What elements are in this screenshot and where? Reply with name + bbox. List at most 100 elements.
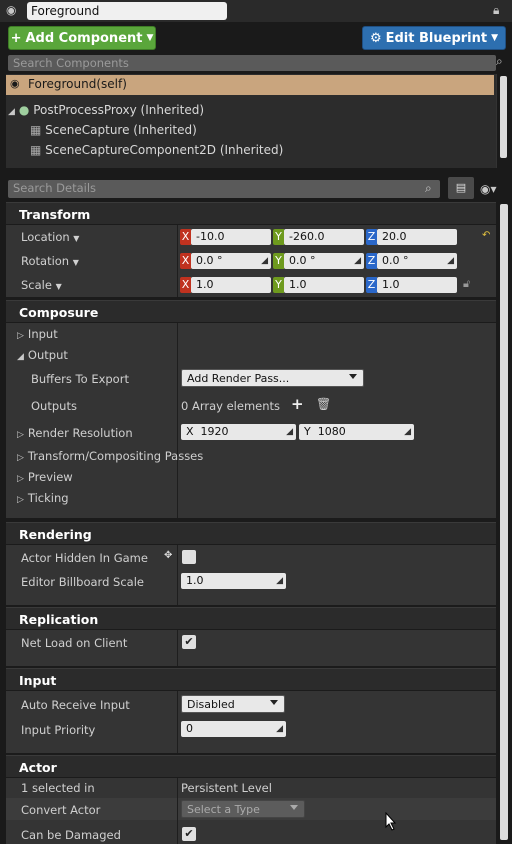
search-icon: ⌕ (425, 181, 432, 195)
add-render-pass-dropdown[interactable]: Add Render Pass... (181, 369, 364, 387)
rotation-y-input[interactable]: 0.0 ° ◢ (284, 253, 364, 269)
spin-icon: ◢ (354, 256, 361, 266)
grid-icon: ▤ (455, 181, 467, 194)
tree-item-scenecapture[interactable]: ▦ SceneCapture (Inherited) (30, 123, 197, 137)
category-composure[interactable]: Composure (6, 300, 496, 322)
net-load-checkbox[interactable]: ✔ (182, 635, 196, 649)
input-priority-input[interactable]: 0 ◢ (181, 721, 286, 737)
rotation-label[interactable]: Rotation ▼ (21, 254, 79, 268)
spin-icon: ◢ (447, 256, 454, 266)
auto-receive-input-dropdown[interactable]: Disabled (181, 695, 285, 713)
scene-capture-icon: ▦ (30, 123, 42, 137)
category-replication[interactable]: Replication (6, 607, 496, 629)
tree-item-scenecapture2d[interactable]: ▦ SceneCaptureComponent2D (Inherited) (30, 143, 283, 157)
billboard-scale-label: Editor Billboard Scale (21, 575, 144, 589)
axis-x-label: X (180, 253, 191, 269)
actor-hidden-checkbox[interactable] (182, 550, 196, 564)
actor-name-field[interactable]: Foreground (27, 2, 227, 20)
expand-arrow-icon: ▷ (17, 474, 24, 484)
axis-x-label: X (180, 229, 191, 245)
preview-group[interactable]: ▷ Preview (17, 470, 73, 484)
tree-item-label: PostProcessProxy (Inherited) (33, 103, 205, 117)
tree-item-label: Foreground(self) (28, 77, 127, 91)
location-x-input[interactable]: -10.0 (191, 229, 271, 245)
edit-blueprint-label: Edit Blueprint (385, 30, 488, 46)
scrollbar-thumb[interactable] (500, 204, 508, 840)
trash-icon[interactable]: 🗑︎ (316, 397, 331, 411)
can-be-damaged-checkbox[interactable]: ✔ (182, 827, 196, 841)
outputs-count: 0 Array elements (181, 399, 281, 413)
column-splitter[interactable] (177, 630, 178, 666)
scale-x-input[interactable]: 1.0 (191, 277, 271, 293)
plus-icon: + (10, 30, 22, 46)
component-search-input[interactable]: Search Components (8, 55, 496, 71)
add-element-icon[interactable]: + (291, 395, 304, 413)
column-splitter[interactable] (177, 691, 178, 753)
scene-capture-icon: ▦ (30, 143, 42, 157)
axis-z-label: Z (366, 277, 377, 293)
spin-icon: ◢ (261, 256, 268, 266)
render-resolution-label[interactable]: ▷ Render Resolution (17, 426, 133, 440)
reset-to-default-icon[interactable]: ↶ (482, 230, 490, 241)
scale-label[interactable]: Scale ▼ (21, 278, 62, 292)
location-label[interactable]: Location ▼ (21, 230, 79, 244)
composure-input-group[interactable]: ▷ Input (17, 327, 58, 341)
axis-y-label: Y (273, 253, 284, 269)
add-component-button[interactable]: + Add Component ▼ (8, 26, 156, 50)
category-rendering[interactable]: Rendering (6, 522, 496, 544)
outputs-label: Outputs (31, 399, 77, 413)
actor-icon: ◉ (6, 3, 17, 17)
tree-item-postprocessproxy[interactable]: ◢ ● PostProcessProxy (Inherited) (8, 103, 204, 117)
convert-actor-dropdown[interactable]: Select a Type (181, 800, 305, 818)
scale-y-input[interactable]: 1.0 (284, 277, 364, 293)
lock-icon[interactable]: 🔒︎ (493, 3, 499, 18)
column-splitter[interactable] (177, 225, 178, 297)
property-matrix-button[interactable]: ▤ (448, 177, 474, 199)
column-splitter[interactable] (177, 545, 178, 605)
lock-icon[interactable]: 🔓︎ (463, 277, 470, 291)
auto-receive-input-label: Auto Receive Input (21, 698, 130, 712)
rotation-x-input[interactable]: 0.0 ° ◢ (191, 253, 271, 269)
chevron-down-icon (349, 374, 357, 379)
spin-icon: ◢ (404, 427, 411, 437)
expand-arrow-icon: ▷ (17, 495, 24, 505)
transform-compositing-passes-group[interactable]: ▷ Transform/Compositing Passes (17, 449, 203, 463)
components-scrollbar[interactable] (496, 74, 510, 168)
eye-icon[interactable]: ◉▾ (480, 182, 497, 196)
composure-output-group[interactable]: ◢ Output (17, 348, 68, 362)
spin-icon: ◢ (276, 576, 283, 586)
rotation-z-input[interactable]: 0.0 ° ◢ (377, 253, 457, 269)
can-be-damaged-label: Can be Damaged (21, 828, 121, 842)
location-z-input[interactable]: 20.0 (377, 229, 457, 245)
actor-icon: ◉ (10, 77, 20, 90)
billboard-scale-input[interactable]: 1.0 ◢ (181, 573, 286, 589)
tree-item-label: SceneCaptureComponent2D (Inherited) (45, 143, 284, 157)
resolution-y-input[interactable]: Y 1080 ◢ (299, 424, 414, 440)
chevron-down-icon (270, 700, 278, 705)
details-scrollbar[interactable] (497, 202, 511, 844)
ticking-group[interactable]: ▷ Ticking (17, 491, 69, 505)
scale-z-input[interactable]: 1.0 (377, 277, 457, 293)
edit-blueprint-button[interactable]: ⚙ Edit Blueprint ▼ (362, 26, 506, 50)
location-y-input[interactable]: -260.0 (284, 229, 364, 245)
scrollbar-thumb[interactable] (500, 76, 507, 158)
details-search-input[interactable]: Search Details (8, 180, 440, 198)
category-transform[interactable]: Transform (6, 202, 496, 224)
component-icon: ● (18, 103, 30, 117)
axis-x-label: X (180, 277, 191, 293)
axis-z-label: Z (366, 229, 377, 245)
category-input[interactable]: Input (6, 668, 496, 690)
visibility-icon: ✥ (164, 550, 173, 561)
column-splitter[interactable] (177, 778, 178, 844)
mouse-cursor-icon (385, 812, 397, 831)
category-actor[interactable]: Actor (6, 755, 496, 777)
expand-arrow-icon: ◢ (8, 107, 15, 117)
chevron-down-icon (290, 805, 298, 810)
column-splitter[interactable] (177, 323, 178, 518)
tree-item-self[interactable]: ◉ Foreground(self) (6, 75, 494, 95)
level-name: Persistent Level (181, 781, 272, 795)
spin-icon: ◢ (286, 427, 293, 437)
input-priority-label: Input Priority (21, 723, 96, 737)
resolution-x-input[interactable]: X 1920 ◢ (181, 424, 296, 440)
buffers-to-export-label: Buffers To Export (31, 372, 129, 386)
